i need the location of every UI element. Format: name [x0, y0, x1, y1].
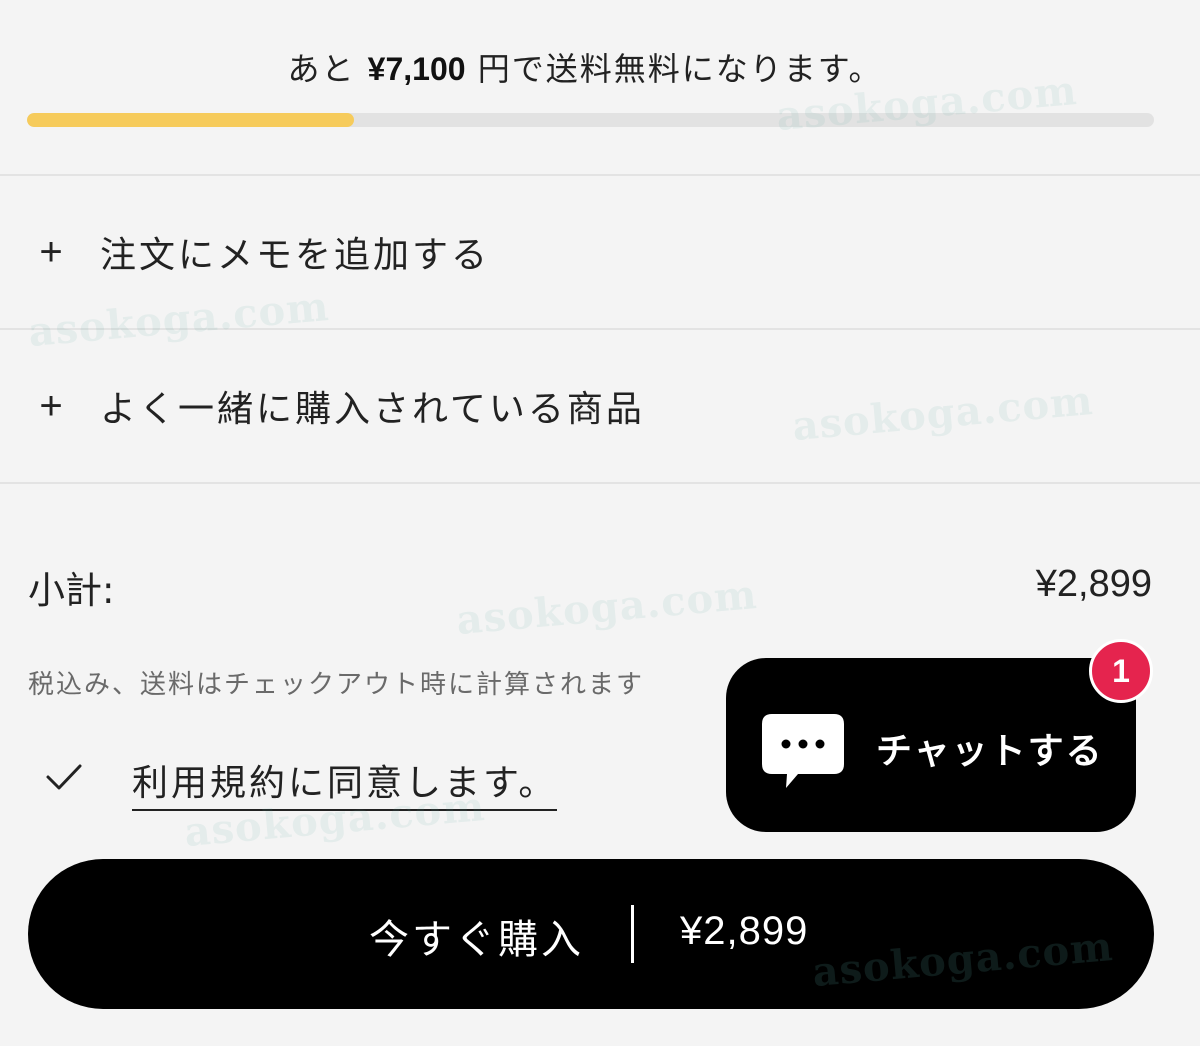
buy-now-button[interactable]: 今すぐ購入 ¥2,899 [28, 859, 1154, 1009]
button-separator [631, 905, 634, 963]
subtotal-label: 小計: [28, 569, 115, 612]
tax-shipping-note: 税込み、送料はチェックアウト時に計算されます [28, 670, 645, 700]
shipping-prefix: あと [287, 50, 356, 88]
frequently-bought-together-label: よく一緒に購入されている商品 [100, 389, 645, 430]
shipping-suffix: 円で送料無料になります。 [477, 50, 883, 88]
shipping-remaining-amount: ¥7,100 [367, 51, 466, 87]
add-order-note-toggle[interactable]: + 注文にメモを追加する [0, 207, 1200, 297]
buy-now-price: ¥2,899 [680, 909, 809, 953]
plus-icon: + [39, 230, 63, 274]
chat-notification-badge: 1 [1089, 639, 1153, 703]
terms-agreement-link[interactable]: 利用規約に同意します。 [132, 754, 558, 811]
subtotal-value: ¥2,899 [1035, 563, 1152, 605]
divider [0, 328, 1200, 330]
divider [0, 174, 1200, 176]
free-shipping-progress-bar [27, 113, 1154, 127]
buy-now-label: 今すぐ購入 [369, 917, 584, 963]
free-shipping-message: あと ¥7,100 円で送料無料になります。 [0, 44, 1170, 90]
frequently-bought-together-toggle[interactable]: + よく一緒に購入されている商品 [0, 361, 1200, 451]
chat-button[interactable]: チャットする [726, 658, 1136, 832]
chat-label: チャットする [876, 731, 1104, 772]
free-shipping-progress-fill [27, 113, 354, 127]
watermark: asokoga.com [454, 570, 760, 645]
checkmark-icon[interactable] [44, 757, 84, 797]
divider [0, 482, 1200, 484]
chat-bubble-icon [762, 714, 844, 788]
plus-icon: + [39, 384, 63, 428]
add-order-note-label: 注文にメモを追加する [100, 235, 491, 276]
